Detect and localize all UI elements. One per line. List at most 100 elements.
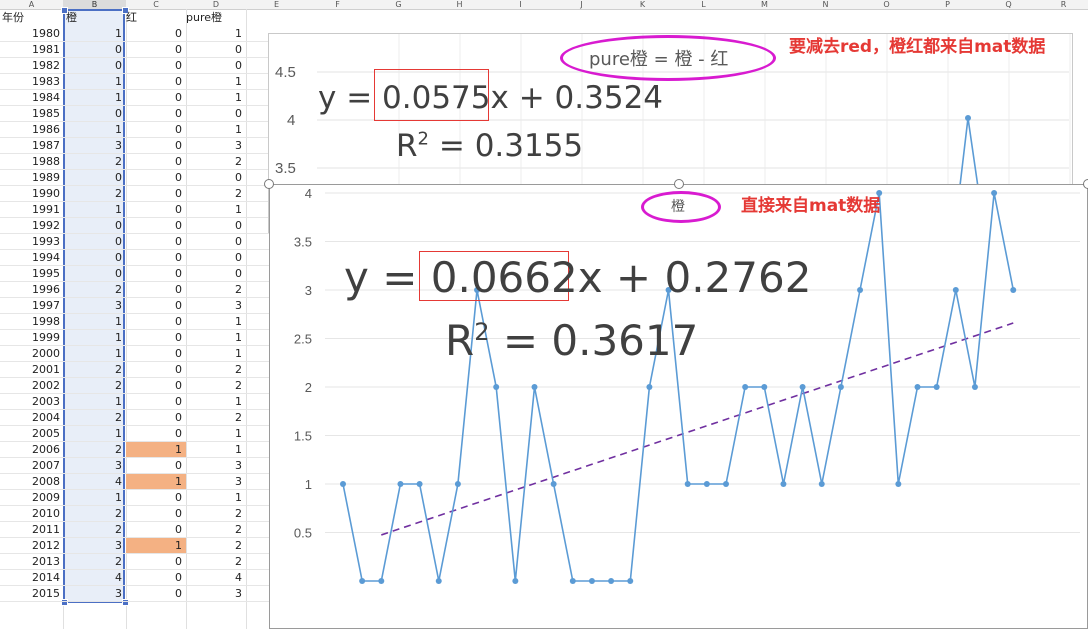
- table-cell[interactable]: 0: [126, 266, 182, 282]
- column-header[interactable]: R: [1039, 0, 1088, 9]
- table-cell[interactable]: 1995: [2, 266, 60, 282]
- table-cell[interactable]: 0: [64, 106, 122, 122]
- column-header[interactable]: C: [126, 0, 186, 9]
- table-cell[interactable]: 0: [126, 362, 182, 378]
- table-cell[interactable]: 0: [186, 170, 242, 186]
- table-cell[interactable]: 0: [126, 522, 182, 538]
- table-cell[interactable]: 0: [126, 122, 182, 138]
- table-cell[interactable]: 3: [186, 458, 242, 474]
- table-cell[interactable]: 2001: [2, 362, 60, 378]
- table-cell[interactable]: 1: [186, 202, 242, 218]
- table-cell[interactable]: 0: [186, 106, 242, 122]
- table-cell[interactable]: 1980: [2, 26, 60, 42]
- table-cell[interactable]: 0: [126, 314, 182, 330]
- table-cell[interactable]: 1: [186, 26, 242, 42]
- table-cell[interactable]: 1998: [2, 314, 60, 330]
- table-cell[interactable]: 2: [186, 506, 242, 522]
- column-header[interactable]: D: [186, 0, 246, 9]
- column-header[interactable]: N: [795, 0, 856, 9]
- table-cell[interactable]: 2005: [2, 426, 60, 442]
- table-cell[interactable]: 1: [126, 442, 182, 458]
- table-cell[interactable]: 1997: [2, 298, 60, 314]
- table-cell[interactable]: 3: [64, 138, 122, 154]
- table-cell[interactable]: 2009: [2, 490, 60, 506]
- table-header[interactable]: 橙: [66, 10, 106, 26]
- resize-handle[interactable]: [1083, 179, 1088, 189]
- table-cell[interactable]: 0: [126, 394, 182, 410]
- table-cell[interactable]: 2006: [2, 442, 60, 458]
- table-cell[interactable]: 0: [126, 58, 182, 74]
- table-cell[interactable]: 2: [64, 442, 122, 458]
- table-cell[interactable]: 2000: [2, 346, 60, 362]
- table-cell[interactable]: 0: [126, 138, 182, 154]
- table-cell[interactable]: 1: [186, 346, 242, 362]
- column-header[interactable]: I: [490, 0, 551, 9]
- table-cell[interactable]: 1: [64, 346, 122, 362]
- table-cell[interactable]: 3: [186, 298, 242, 314]
- resize-handle[interactable]: [674, 179, 684, 189]
- column-header[interactable]: J: [551, 0, 612, 9]
- table-cell[interactable]: 4: [64, 570, 122, 586]
- table-cell[interactable]: 0: [64, 250, 122, 266]
- table-cell[interactable]: 2013: [2, 554, 60, 570]
- table-cell[interactable]: 1988: [2, 154, 60, 170]
- table-cell[interactable]: 1: [64, 394, 122, 410]
- table-cell[interactable]: 1: [186, 74, 242, 90]
- table-cell[interactable]: 3: [186, 586, 242, 602]
- table-cell[interactable]: 3: [186, 474, 242, 490]
- table-cell[interactable]: 1: [64, 490, 122, 506]
- table-cell[interactable]: 2: [64, 362, 122, 378]
- table-cell[interactable]: 0: [126, 410, 182, 426]
- table-cell[interactable]: 2: [64, 282, 122, 298]
- table-cell[interactable]: 0: [126, 106, 182, 122]
- table-cell[interactable]: 1: [186, 314, 242, 330]
- table-cell[interactable]: 3: [64, 298, 122, 314]
- table-cell[interactable]: 2: [64, 186, 122, 202]
- column-header[interactable]: H: [429, 0, 490, 9]
- column-header[interactable]: G: [368, 0, 429, 9]
- table-cell[interactable]: 1: [64, 90, 122, 106]
- table-cell[interactable]: 1: [64, 426, 122, 442]
- table-cell[interactable]: 2: [186, 378, 242, 394]
- table-header[interactable]: pure橙: [186, 10, 246, 26]
- table-cell[interactable]: 1981: [2, 42, 60, 58]
- table-cell[interactable]: 2015: [2, 586, 60, 602]
- table-cell[interactable]: 1991: [2, 202, 60, 218]
- table-cell[interactable]: 4: [64, 474, 122, 490]
- table-cell[interactable]: 1: [64, 26, 122, 42]
- table-cell[interactable]: 0: [126, 506, 182, 522]
- table-cell[interactable]: 0: [126, 26, 182, 42]
- column-header[interactable]: K: [612, 0, 673, 9]
- table-cell[interactable]: 0: [126, 298, 182, 314]
- column-header[interactable]: F: [307, 0, 368, 9]
- table-cell[interactable]: 1: [186, 442, 242, 458]
- table-cell[interactable]: 1: [186, 394, 242, 410]
- table-cell[interactable]: 1985: [2, 106, 60, 122]
- table-cell[interactable]: 1: [186, 426, 242, 442]
- table-cell[interactable]: 0: [126, 282, 182, 298]
- table-cell[interactable]: 1987: [2, 138, 60, 154]
- table-cell[interactable]: 0: [126, 202, 182, 218]
- table-header[interactable]: 红: [126, 10, 156, 26]
- table-cell[interactable]: 0: [186, 250, 242, 266]
- table-cell[interactable]: 0: [186, 58, 242, 74]
- table-cell[interactable]: 2014: [2, 570, 60, 586]
- table-header[interactable]: 年份: [2, 10, 62, 26]
- table-cell[interactable]: 0: [126, 74, 182, 90]
- table-cell[interactable]: 1984: [2, 90, 60, 106]
- table-cell[interactable]: 1993: [2, 234, 60, 250]
- table-cell[interactable]: 2003: [2, 394, 60, 410]
- table-cell[interactable]: 2002: [2, 378, 60, 394]
- table-cell[interactable]: 2007: [2, 458, 60, 474]
- table-cell[interactable]: 1: [186, 122, 242, 138]
- table-cell[interactable]: 0: [64, 234, 122, 250]
- table-cell[interactable]: 2: [64, 154, 122, 170]
- table-cell[interactable]: 0: [126, 90, 182, 106]
- table-cell[interactable]: 2: [64, 522, 122, 538]
- table-cell[interactable]: 0: [126, 186, 182, 202]
- table-cell[interactable]: 2011: [2, 522, 60, 538]
- table-cell[interactable]: 0: [64, 266, 122, 282]
- table-cell[interactable]: 2: [64, 554, 122, 570]
- table-cell[interactable]: 1996: [2, 282, 60, 298]
- table-cell[interactable]: 1986: [2, 122, 60, 138]
